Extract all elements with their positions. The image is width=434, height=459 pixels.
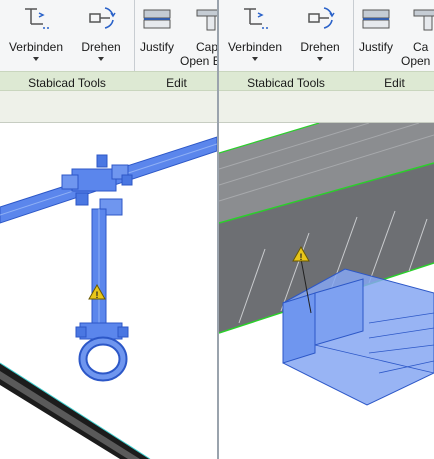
verbinden-button[interactable]: Verbinden [223, 0, 287, 71]
chevron-down-icon[interactable] [33, 57, 39, 61]
cap-label: Ca [413, 40, 429, 54]
left-view-pane[interactable]: Verbinden Drehen Justify Cap Open E Stab… [0, 0, 217, 459]
pipe-clamp-top[interactable] [61, 154, 133, 216]
verbinden-label: Verbinden [227, 40, 283, 54]
justify-label: Justify [139, 40, 174, 54]
drehen-button[interactable]: Drehen [72, 0, 130, 71]
justify-icon [362, 9, 390, 29]
verbinden-label: Verbinden [8, 40, 64, 54]
cap-open-ends-icon [196, 9, 217, 31]
svg-text:!: ! [96, 290, 99, 300]
cap-open-ends-icon [413, 9, 434, 31]
svg-text:!: ! [300, 252, 303, 262]
group-edit[interactable]: Edit [355, 76, 434, 90]
right-view-pane[interactable]: Verbinden Drehen Justify Ca Open Stabica… [219, 0, 434, 459]
justify-button[interactable]: Justify [355, 0, 397, 71]
chevron-down-icon[interactable] [98, 57, 104, 61]
3d-viewport[interactable]: ! [219, 123, 434, 459]
drehen-label: Drehen [300, 40, 340, 54]
pipe-hanger-scene: ! [0, 136, 217, 459]
cap-label: Cap [196, 40, 217, 54]
ribbon: Verbinden Drehen [219, 0, 434, 91]
rotate-icon [89, 7, 116, 29]
chevron-down-icon[interactable] [317, 57, 323, 61]
ribbon-panel-bar: Stabicad Tools Edit [0, 71, 217, 91]
revit-split-view: Verbinden Drehen Justify Cap Open E Stab… [0, 0, 434, 459]
rotate-icon [308, 7, 335, 29]
group-stabicad-tools[interactable]: Stabicad Tools [0, 76, 134, 90]
drehen-label: Drehen [81, 40, 121, 54]
justify-icon [143, 9, 171, 29]
group-stabicad-tools[interactable]: Stabicad Tools [219, 76, 353, 90]
group-edit[interactable]: Edit [136, 76, 217, 90]
connect-pipes-icon [25, 8, 49, 29]
options-bar [0, 91, 217, 123]
beam-hanger-scene: ! [219, 123, 434, 406]
options-bar [219, 91, 434, 123]
ribbon-panel-bar: Stabicad Tools Edit [219, 71, 434, 91]
cap-open-ends-button[interactable]: Cap Open E [180, 0, 217, 71]
connect-pipes-icon [244, 8, 268, 29]
justify-button[interactable]: Justify [136, 0, 178, 71]
verbinden-button[interactable]: Verbinden [4, 0, 68, 71]
drehen-button[interactable]: Drehen [291, 0, 349, 71]
justify-label: Justify [358, 40, 393, 54]
cap-sub-label: Open E [180, 54, 217, 68]
pipe-clamp-bottom[interactable] [75, 322, 129, 382]
cap-open-ends-button[interactable]: Ca Open [399, 0, 434, 71]
ribbon: Verbinden Drehen [0, 0, 217, 91]
3d-viewport[interactable]: ! [0, 123, 217, 459]
cap-sub-label: Open [401, 54, 431, 68]
chevron-down-icon[interactable] [252, 57, 258, 61]
